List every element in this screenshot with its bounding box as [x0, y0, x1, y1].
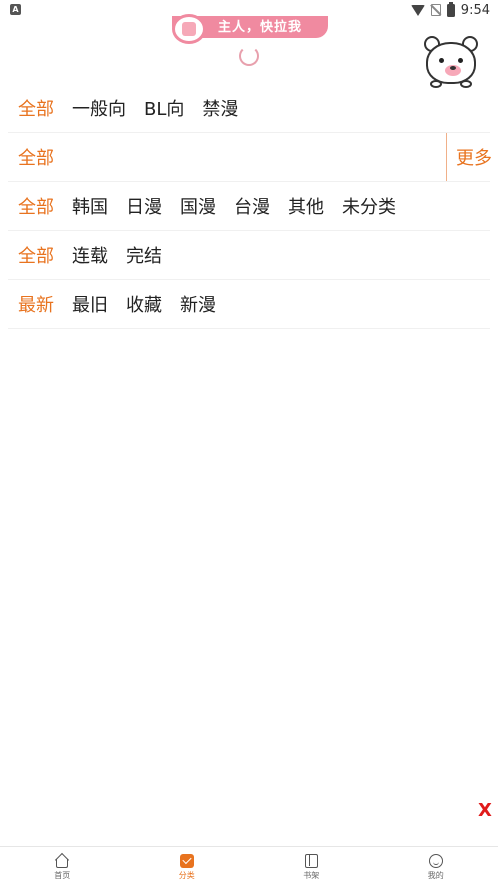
sort-option[interactable]: 新漫 — [180, 291, 216, 317]
tab-home[interactable]: 首页 — [0, 847, 125, 888]
battery-icon — [447, 4, 455, 17]
filter-option[interactable]: 韩国 — [72, 193, 108, 219]
filter-option[interactable]: 国漫 — [180, 193, 216, 219]
filter-all-genre[interactable]: 全部 — [18, 144, 54, 170]
tab-profile[interactable]: 我的 — [374, 847, 498, 888]
wifi-icon — [411, 5, 425, 16]
tab-label: 首页 — [54, 870, 70, 881]
filter-row-region: 全部 韩国 日漫 国漫 台漫 其他 未分类 — [8, 182, 490, 231]
tab-bookshelf[interactable]: 书架 — [249, 847, 374, 888]
filter-option[interactable]: 未分类 — [342, 193, 396, 219]
more-label: 更多 — [456, 144, 492, 170]
filter-all-region[interactable]: 全部 — [18, 193, 54, 219]
sort-newest[interactable]: 最新 — [18, 291, 54, 317]
bottom-tab-bar: 首页 分类 书架 我的 — [0, 846, 498, 888]
status-icons: 9:54 — [411, 2, 490, 18]
status-time: 9:54 — [461, 3, 490, 18]
filter-row-status: 全部 连载 完结 — [8, 231, 490, 280]
sort-option[interactable]: 最旧 — [72, 291, 108, 317]
bear-eye — [439, 58, 444, 63]
bookshelf-icon — [305, 854, 318, 868]
filter-all-status[interactable]: 全部 — [18, 242, 54, 268]
tab-label: 书架 — [303, 870, 319, 881]
notification-icon: A — [10, 4, 21, 15]
filter-option[interactable]: 一般向 — [72, 95, 126, 121]
filter-option[interactable]: 禁漫 — [202, 95, 238, 121]
filter-row-sort: 最新 最旧 收藏 新漫 — [8, 280, 490, 329]
bear-head — [426, 42, 476, 84]
bear-mascot-icon — [422, 36, 480, 88]
filter-option[interactable]: 完结 — [126, 242, 162, 268]
no-sim-icon — [431, 4, 441, 16]
bear-eye — [458, 58, 463, 63]
profile-icon — [429, 854, 443, 868]
category-cube-icon — [180, 854, 194, 868]
filter-row-genre: 全部 更多 — [8, 133, 490, 182]
sort-option[interactable]: 收藏 — [126, 291, 162, 317]
tab-label: 分类 — [179, 870, 195, 881]
tab-label: 我的 — [428, 870, 444, 881]
tab-category[interactable]: 分类 — [125, 847, 250, 888]
home-icon — [55, 854, 69, 868]
filter-option[interactable]: 日漫 — [126, 193, 162, 219]
filter-row-audience: 全部 一般向 BL向 禁漫 — [8, 84, 490, 133]
bear-nose — [450, 66, 456, 70]
shield-icon — [172, 14, 206, 44]
loading-spinner-icon — [239, 46, 259, 66]
close-ad-button[interactable]: X — [478, 800, 492, 821]
filter-option[interactable]: 其他 — [288, 193, 324, 219]
more-button[interactable]: 更多 — [446, 133, 492, 181]
filter-option[interactable]: BL向 — [144, 95, 184, 121]
filter-option[interactable]: 连载 — [72, 242, 108, 268]
filter-all-audience[interactable]: 全部 — [18, 95, 54, 121]
pull-refresh-text: 主人，快拉我 — [218, 16, 302, 35]
filter-option[interactable]: 台漫 — [234, 193, 270, 219]
